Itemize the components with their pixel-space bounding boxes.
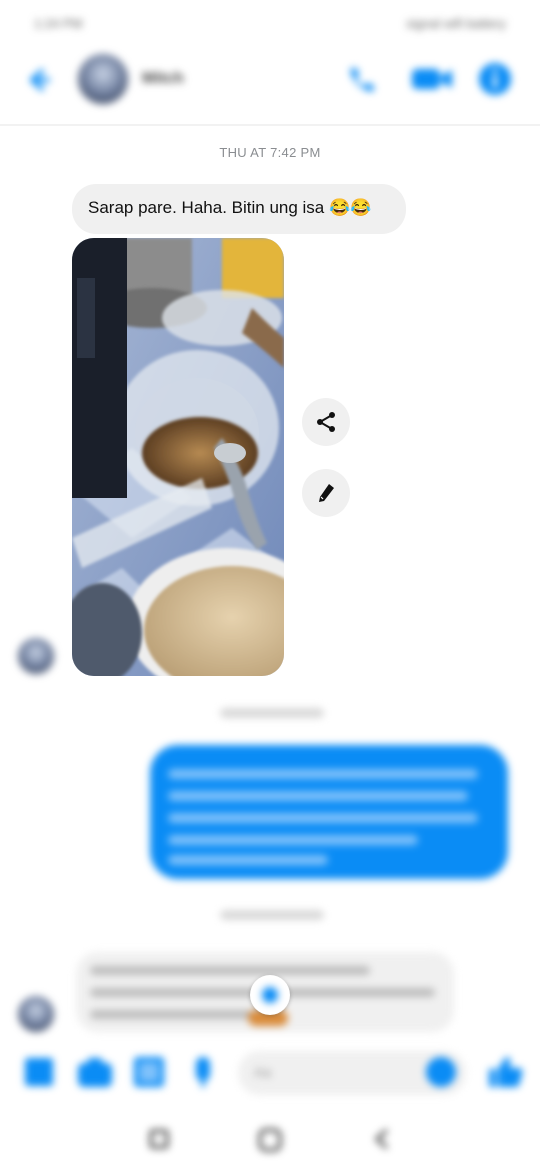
sender-avatar[interactable]	[18, 996, 54, 1032]
composer-bar: Aa	[0, 1045, 540, 1099]
back-arrow-icon[interactable]	[24, 66, 52, 94]
home-icon[interactable]	[258, 1128, 282, 1152]
message-input-placeholder: Aa	[254, 1064, 272, 1080]
phone-icon[interactable]	[346, 62, 380, 96]
arrow-down-icon	[262, 987, 278, 1003]
share-icon	[317, 412, 335, 432]
text-line	[168, 791, 468, 801]
status-bar: 1:24 PM signal wifi battery	[0, 0, 540, 50]
status-icons: signal wifi battery	[406, 16, 506, 31]
scroll-down-button[interactable]	[250, 975, 290, 1015]
menu-icon[interactable]	[22, 1055, 56, 1089]
timestamp-placeholder	[220, 910, 324, 920]
contact-avatar[interactable]	[78, 54, 128, 104]
gallery-icon[interactable]	[132, 1055, 166, 1089]
sender-avatar[interactable]	[18, 638, 54, 674]
info-icon[interactable]	[478, 62, 512, 96]
camera-icon[interactable]	[76, 1055, 114, 1089]
text-line	[168, 769, 478, 779]
chat-header: Mitch	[0, 50, 540, 120]
edit-icon	[319, 484, 334, 502]
text-line	[90, 966, 370, 975]
edit-button[interactable]	[302, 469, 350, 517]
back-icon[interactable]	[372, 1128, 392, 1150]
status-time: 1:24 PM	[34, 16, 83, 31]
text-line	[168, 855, 328, 865]
mic-icon[interactable]	[188, 1055, 218, 1089]
share-button[interactable]	[302, 398, 350, 446]
video-icon[interactable]	[410, 62, 454, 96]
thumbs-up-icon[interactable]	[486, 1055, 524, 1089]
incoming-message[interactable]: Sarap pare. Haha. Bitin ung isa 😂😂	[72, 184, 406, 234]
header-divider	[0, 124, 540, 126]
contact-name[interactable]: Mitch	[142, 70, 184, 88]
emoji-icon[interactable]	[424, 1055, 458, 1089]
timestamp: THU AT 7:42 PM	[219, 145, 321, 160]
shared-photo[interactable]	[72, 238, 284, 676]
timestamp-placeholder	[220, 708, 324, 718]
system-nav-bar	[0, 1110, 540, 1170]
outgoing-message[interactable]	[150, 745, 508, 879]
recent-apps-icon[interactable]	[148, 1128, 170, 1150]
text-line	[168, 835, 418, 845]
text-line	[168, 813, 478, 823]
